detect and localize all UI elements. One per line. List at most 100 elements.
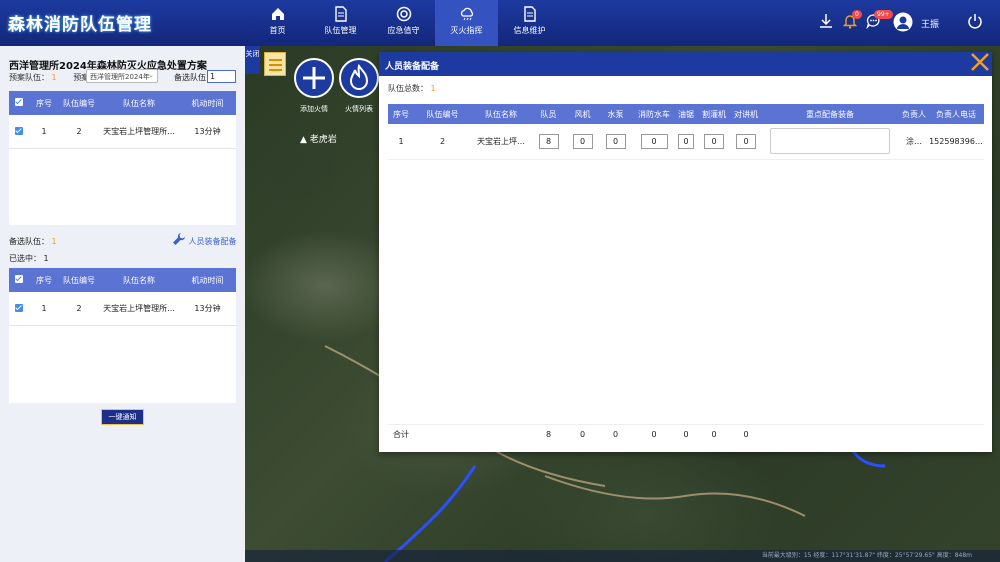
document-icon [334, 6, 347, 22]
table-header: 序号 队伍编号 队伍名称 队员 风机 水泵 消防水车 油锯 割灌机 对讲机 重点… [388, 104, 984, 124]
avatar[interactable] [893, 12, 913, 32]
footer-brush-cutter: 0 [711, 430, 717, 439]
backup-count-input[interactable]: 1 [207, 70, 236, 83]
nav-emergency-duty[interactable]: 应急值守 [372, 0, 435, 46]
table-row[interactable]: 1 2 天宝岩上坪管理所... 13分钟 [9, 115, 236, 149]
plus-icon [303, 67, 325, 89]
header-code: 队伍编号 [426, 109, 459, 119]
nav-fire-command-label: 灭火指挥 [450, 26, 483, 35]
cell-index: 1 [41, 127, 47, 136]
plan-team-label: 预案队伍： [9, 73, 49, 82]
chainsaw-input[interactable]: 0 [678, 134, 694, 149]
header-brush-cutter: 割灌机 [702, 109, 726, 119]
notification-badge: 0 [852, 10, 862, 19]
cell-code: 2 [76, 127, 82, 136]
cell-name: 天宝岩上坪… [477, 137, 525, 146]
blower-input[interactable]: 0 [572, 134, 593, 149]
cell-index: 1 [41, 304, 47, 313]
header-leader: 负责人 [902, 109, 926, 119]
header-code: 队伍编号 [63, 275, 95, 285]
row-checkbox[interactable] [15, 303, 23, 312]
footer-water-truck: 0 [651, 430, 657, 439]
cell-leader: 涂… [906, 137, 922, 146]
nav-info-maintenance[interactable]: 信息维护 [498, 0, 561, 46]
header-code: 队伍编号 [63, 98, 95, 108]
nav-team-management[interactable]: 队伍管理 [309, 0, 372, 46]
backup-team-label: 备选队伍： [9, 237, 49, 246]
header-water-truck: 消防水车 [638, 109, 670, 119]
selected-label: 已选中： [9, 254, 41, 263]
header-time: 机动时间 [191, 98, 224, 108]
header-pump: 水泵 [607, 109, 624, 119]
key-equipment-textarea[interactable] [770, 127, 890, 154]
nav-info-maintenance-label: 信息维护 [513, 26, 546, 35]
plan-team-table: 序号 队伍编号 队伍名称 机动时间 1 2 天宝岩上坪管理所... 13分钟 [9, 91, 236, 225]
header-index: 序号 [393, 109, 409, 119]
equipment-config-link[interactable]: 人员装备配备 [172, 232, 237, 249]
water-truck-input[interactable]: 0 [640, 134, 668, 149]
select-all-checkbox[interactable] [15, 275, 23, 283]
row-checkbox[interactable] [15, 126, 23, 135]
nav-team-management-label: 队伍管理 [324, 26, 357, 35]
nav-emergency-duty-label: 应急值守 [387, 26, 420, 35]
close-side-panel-button[interactable]: 关闭 [245, 46, 260, 74]
add-fire-label: 添加火情 [300, 105, 328, 113]
add-fire-button[interactable] [294, 58, 334, 98]
table-header: 序号 队伍编号 队伍名称 机动时间 [9, 91, 236, 115]
footer-radio: 0 [743, 430, 749, 439]
username: 王振 [921, 20, 940, 30]
table-row[interactable]: 1 2 天宝岩上坪管理所... 13分钟 [9, 292, 236, 326]
cell-leader-phone: 152598396… [929, 137, 983, 146]
fire-list-label: 火情列表 [345, 105, 373, 113]
table-footer-total: 合计 8 0 0 0 0 0 0 [388, 424, 984, 444]
wrench-icon [173, 233, 185, 245]
home-icon [271, 8, 284, 20]
map-place-label: ▲ 老虎岩 [300, 135, 337, 145]
radio-input[interactable]: 0 [736, 134, 756, 149]
close-icon[interactable] [970, 52, 990, 72]
plan-team-count: 1 [51, 73, 57, 82]
header-name: 队伍名称 [123, 98, 155, 108]
table-row: 1 2 天宝岩上坪… 8 0 0 0 0 0 0 涂… 152598396… [388, 124, 984, 160]
equipment-table: 序号 队伍编号 队伍名称 队员 风机 水泵 消防水车 油锯 割灌机 对讲机 重点… [388, 104, 984, 160]
team-total: 队伍总数： 1 [388, 83, 436, 94]
footer-blower: 0 [579, 430, 586, 439]
pump-input[interactable]: 0 [605, 134, 626, 149]
equipment-modal: 人员装备配备 队伍总数： 1 序号 队伍编号 队伍名称 队员 风机 水泵 消防水… [379, 52, 992, 452]
power-icon[interactable] [967, 13, 983, 29]
fire-icon [349, 63, 369, 90]
select-all-checkbox[interactable] [15, 98, 23, 106]
header-key-equipment: 重点配备装备 [806, 109, 854, 119]
header-blower: 风机 [574, 109, 591, 119]
backup-team-count: 1 [51, 237, 57, 246]
footer-label: 合计 [393, 430, 409, 439]
main-nav: 首页 队伍管理 应急值守 灭火指挥 信息维护 [246, 0, 561, 46]
map-status-bar: 当前最大级别：15 经度：117°31'31.87" 纬度：25°57'29.6… [245, 550, 1000, 562]
footer-pump: 0 [612, 430, 619, 439]
message-badge: 99+ [874, 10, 893, 19]
app-title: 森林消防队伍管理 [8, 15, 152, 35]
selected-count: 1 [43, 254, 49, 263]
left-panel: 西洋管理所2024年森林防灭火应急处置方案 预案队伍： 1 预案 西洋管理所20… [0, 46, 245, 562]
menu-icon[interactable] [264, 52, 286, 76]
cell-code: 2 [76, 304, 82, 313]
nav-home[interactable]: 首页 [246, 0, 309, 46]
notify-all-button[interactable]: 一键通知 [101, 409, 144, 425]
nav-fire-command[interactable]: 灭火指挥 [435, 0, 498, 46]
cell-name: 天宝岩上坪管理所... [103, 304, 175, 313]
fire-list-button[interactable] [339, 58, 379, 98]
selected-team-table: 序号 队伍编号 队伍名称 机动时间 1 2 天宝岩上坪管理所... 13分钟 [9, 268, 236, 403]
footer-members: 8 [545, 430, 552, 439]
header-name: 队伍名称 [123, 275, 155, 285]
brush-cutter-input[interactable]: 0 [704, 134, 724, 149]
chevron-down-icon: ⌄ [148, 71, 154, 79]
download-icon[interactable] [819, 13, 833, 29]
header-members: 队员 [540, 109, 557, 119]
members-input[interactable]: 8 [538, 134, 559, 149]
header-name: 队伍名称 [485, 109, 517, 119]
top-bar: 森林消防队伍管理 首页 队伍管理 应急值守 灭火指挥 信息维护 0 99+ 王振 [0, 0, 1000, 46]
footer-chainsaw: 0 [683, 430, 689, 439]
plan-select[interactable]: 西洋管理所2024年 ⌄ [86, 69, 158, 83]
place-name: 老虎岩 [309, 135, 337, 145]
header-leader-phone: 负责人电话 [936, 109, 976, 119]
